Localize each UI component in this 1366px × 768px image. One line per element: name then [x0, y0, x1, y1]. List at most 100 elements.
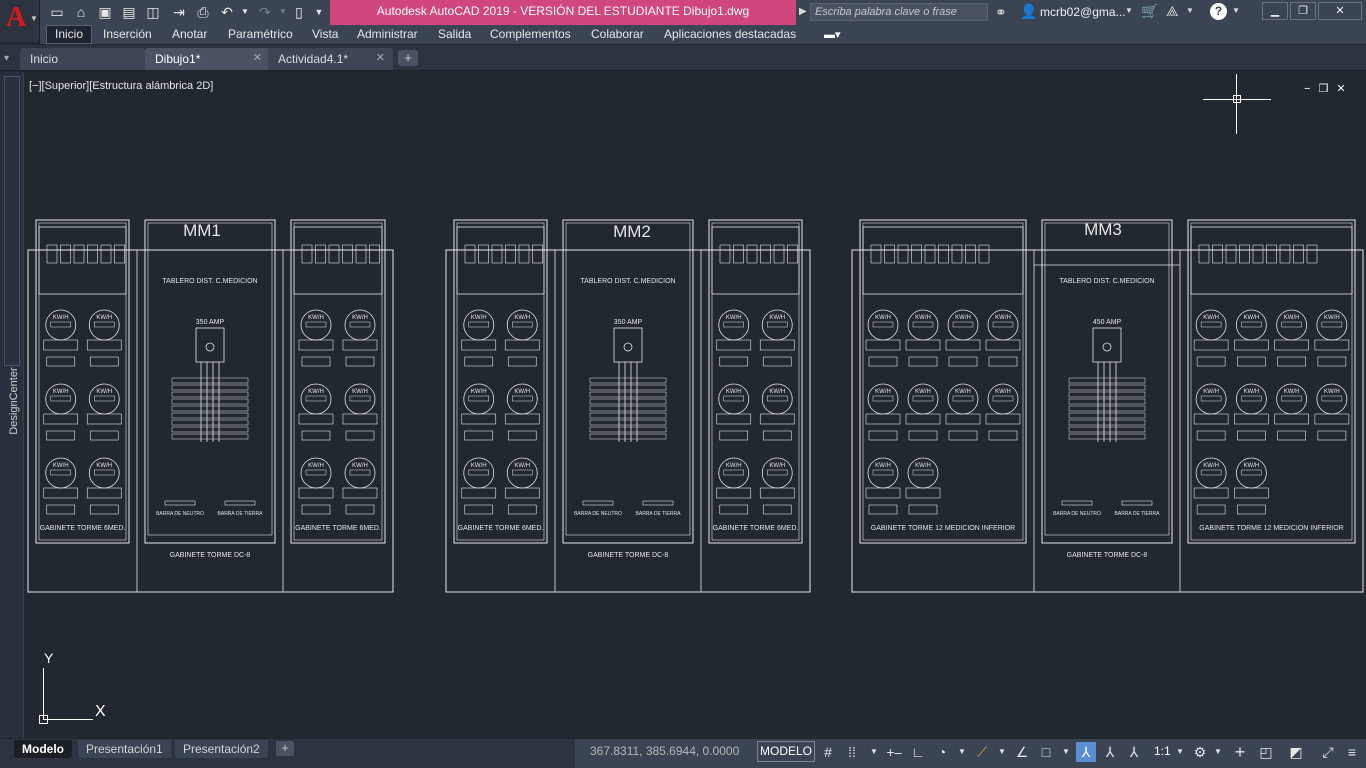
customize-icon[interactable]: ▼	[310, 3, 328, 21]
palette-bar[interactable]	[4, 76, 20, 366]
coordinates-readout[interactable]: 367.8311, 385.6944, 0.0000	[590, 744, 739, 758]
meter-base	[1193, 339, 1229, 351]
help-dropdown-icon[interactable]: ▼	[1232, 6, 1240, 15]
fullscreen-icon[interactable]: ⤢	[1318, 742, 1338, 762]
save-icon[interactable]: ▣	[96, 3, 114, 21]
user-name[interactable]: mcrb02@gma...	[1040, 5, 1126, 19]
annotation-visibility-icon[interactable]: ⅄	[1076, 742, 1096, 762]
meter-label: KW/H	[1244, 389, 1260, 395]
close-icon[interactable]: ✕	[253, 51, 262, 64]
tab-inicio[interactable]: Inicio	[20, 48, 145, 70]
menu-insercion[interactable]: Inserción	[103, 27, 152, 41]
menu-inicio[interactable]: Inicio	[46, 25, 92, 44]
tab-modelo[interactable]: Modelo	[14, 740, 72, 758]
ortho-icon[interactable]: ∟	[908, 742, 928, 762]
viewport-minimize-icon[interactable]: −	[1304, 83, 1318, 95]
a360-icon[interactable]: ⟁	[1166, 3, 1179, 20]
hardware-acceleration-icon[interactable]: ◩	[1286, 742, 1306, 762]
menu-parametrico[interactable]: Paramétrico	[228, 27, 293, 41]
distribution-row	[589, 419, 667, 426]
search-input[interactable]: Escriba palabra clave o frase	[810, 3, 988, 21]
undo-icon[interactable]: ↶	[218, 3, 236, 21]
annotation-scale-value[interactable]: 1:1	[1154, 744, 1171, 758]
tab-presentacion2[interactable]: Presentación2	[175, 740, 268, 758]
save-as-icon[interactable]: ▤	[120, 3, 138, 21]
grid-icon[interactable]: #	[818, 742, 838, 762]
user-icon[interactable]: 👤	[1020, 3, 1037, 20]
help-icon[interactable]: ?	[1210, 3, 1227, 20]
iso-dropdown-icon[interactable]: ▼	[992, 742, 1012, 762]
a360-dropdown-icon[interactable]: ▼	[1186, 6, 1194, 15]
search-expand-icon[interactable]: ▶	[799, 6, 807, 17]
workspace-dropdown-icon[interactable]: ▼	[1208, 742, 1228, 762]
new-icon[interactable]: ▭	[48, 3, 66, 21]
meter-base	[1234, 413, 1269, 425]
tab-menu-icon[interactable]: ▾	[4, 53, 9, 64]
meter-base	[298, 487, 334, 499]
save-web-icon[interactable]: ⇥	[170, 3, 188, 21]
object-snap-tracking-icon[interactable]: ∠	[1012, 742, 1032, 762]
polar-dropdown-icon[interactable]: ▼	[952, 742, 972, 762]
scale-dropdown-icon[interactable]: ▼	[1170, 742, 1190, 762]
breaker-knob	[1102, 342, 1112, 352]
meter-tag	[1317, 356, 1347, 367]
auto-scale-icon[interactable]: ⅄	[1100, 742, 1120, 762]
viewport-close-icon[interactable]: ✕	[1336, 83, 1353, 95]
menu-anotar[interactable]: Anotar	[172, 27, 207, 41]
meter-display	[992, 395, 1014, 402]
cart-icon[interactable]: 🛒	[1141, 3, 1158, 20]
cad-drawing[interactable]: MM1 KW/H KW/H KW/H KW/H KW/H KW/H GABINETE TORM…	[25, 200, 1366, 600]
menu-colaborar[interactable]: Colaborar	[591, 27, 644, 41]
isodraft-icon[interactable]: ⟋	[972, 742, 992, 762]
user-dropdown-icon[interactable]: ▼	[1125, 6, 1133, 15]
meter-label: KW/H	[96, 315, 112, 321]
cabinet-panel-inner	[711, 222, 800, 541]
menu-salida[interactable]: Salida	[438, 27, 471, 41]
viewport-restore-icon[interactable]: ❐	[1318, 83, 1336, 95]
close-button[interactable]: ✕	[1318, 2, 1362, 20]
binoculars-icon[interactable]: ⚭	[995, 4, 1007, 21]
new-layout-button[interactable]: +	[276, 741, 294, 756]
ribbon-toggle-icon[interactable]: ▬▾	[824, 28, 841, 41]
open-web-icon[interactable]: ◫	[144, 3, 162, 21]
dynamic-input-icon[interactable]: +⎯	[884, 742, 904, 762]
menu-complementos[interactable]: Complementos	[490, 27, 571, 41]
gear-icon[interactable]: ⚙	[1190, 742, 1210, 762]
workspace-icon[interactable]: ▯	[290, 3, 308, 21]
plot-icon[interactable]: ⎙	[194, 3, 212, 21]
meter-tag	[948, 356, 978, 367]
viewport-controls[interactable]: −❐✕	[1304, 82, 1354, 95]
object-snap-icon[interactable]: □	[1036, 742, 1056, 762]
tab-label: Inicio	[30, 52, 59, 66]
open-icon[interactable]: ⌂	[72, 3, 90, 21]
snap-dropdown-icon[interactable]: ▼	[864, 742, 884, 762]
breaker	[1266, 244, 1277, 264]
menu-aplicaciones-destacadas[interactable]: Aplicaciones destacadas	[664, 27, 796, 41]
menu-vista[interactable]: Vista	[312, 27, 338, 41]
meter-display	[912, 395, 934, 402]
minimize-button[interactable]: ▁	[1262, 2, 1288, 20]
meter-tag	[868, 430, 898, 441]
new-tab-button[interactable]: +	[398, 50, 418, 66]
snap-icon[interactable]: ⁞⁞	[842, 742, 862, 762]
close-icon[interactable]: ✕	[376, 51, 385, 64]
application-menu-button[interactable]: A ▼	[0, 0, 40, 42]
polar-tracking-icon[interactable]: ◔	[932, 742, 952, 762]
annotation-monitor-icon[interactable]: +	[1230, 742, 1250, 762]
restore-button[interactable]: ❐	[1290, 2, 1316, 20]
osnap-dropdown-icon[interactable]: ▼	[1056, 742, 1076, 762]
distribution-row	[171, 433, 249, 440]
menu-administrar[interactable]: Administrar	[357, 27, 418, 41]
meter-tag	[1196, 356, 1226, 367]
tab-presentacion1[interactable]: Presentación1	[78, 740, 171, 758]
tab-actividad4-1[interactable]: Actividad4.1* ✕	[268, 48, 393, 70]
units-icon[interactable]: ◰	[1256, 742, 1276, 762]
undo-dropdown-icon[interactable]: ▼	[236, 3, 254, 21]
annotation-scale-icon[interactable]: ⅄	[1124, 742, 1144, 762]
model-space-button[interactable]: MODELO	[757, 741, 815, 762]
customization-icon[interactable]: ≡	[1342, 742, 1362, 762]
meter-base	[945, 413, 981, 425]
center-header: TABLERO DIST. C.MEDICION	[580, 278, 675, 285]
tab-dibujo1[interactable]: Dibujo1* ✕	[145, 48, 270, 70]
viewport-label[interactable]: [−][Superior][Estructura alámbrica 2D]	[29, 80, 213, 92]
